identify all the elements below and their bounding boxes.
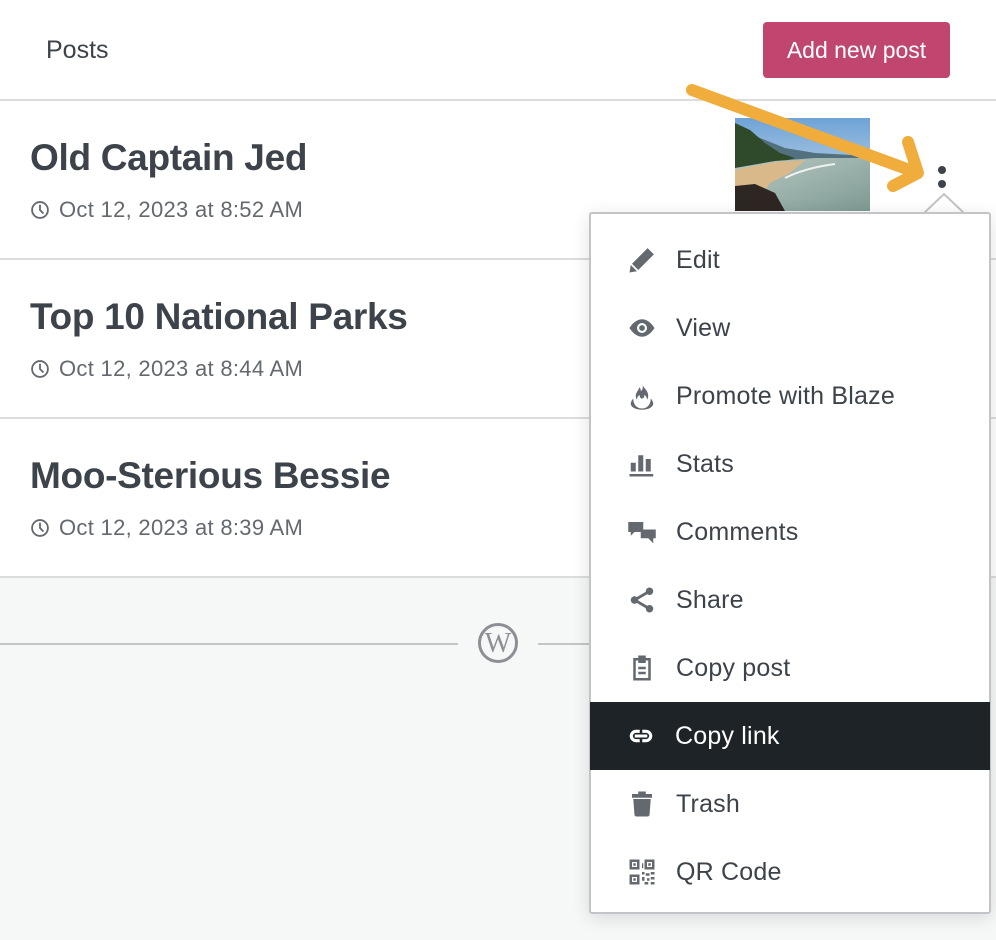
add-new-post-button[interactable]: Add new post [763,22,950,78]
eye-icon [625,311,659,345]
menu-item-share[interactable]: Share [591,566,989,634]
post-date: Oct 12, 2023 at 8:39 AM [30,515,303,541]
page-title: Posts [46,36,109,64]
menu-item-label: QR Code [676,857,782,886]
menu-item-copy-link[interactable]: Copy link [590,702,990,770]
wordpress-logo-icon: W [478,623,518,663]
menu-item-qr-code[interactable]: QR Code [591,838,989,906]
menu-item-comments[interactable]: Comments [591,498,989,566]
kebab-dot [938,180,946,188]
qr-code-icon [625,855,659,889]
menu-item-label: Share [676,585,744,614]
post-title[interactable]: Old Captain Jed [30,137,307,179]
pencil-icon [625,243,659,277]
beach-image [735,118,870,211]
clipboard-icon [625,651,659,685]
menu-item-edit[interactable]: Edit [591,226,989,294]
menu-item-stats[interactable]: Stats [591,430,989,498]
post-date: Oct 12, 2023 at 8:44 AM [30,356,303,382]
kebab-dot [938,166,946,174]
post-actions-menu: Edit View Promote with Blaze Stats Comme… [589,212,991,914]
menu-item-label: Trash [676,789,740,818]
post-date: Oct 12, 2023 at 8:52 AM [30,197,303,223]
menu-item-label: Stats [676,449,734,478]
post-date-text: Oct 12, 2023 at 8:44 AM [59,356,304,381]
svg-text:W: W [485,628,512,659]
post-thumbnail[interactable] [735,118,870,211]
post-title[interactable]: Top 10 National Parks [30,296,408,338]
clock-icon [31,519,49,537]
menu-item-label: Copy post [676,653,791,682]
post-actions-menu-button[interactable] [930,166,954,196]
page-header: Posts Add new post [0,0,996,101]
menu-item-label: Promote with Blaze [676,381,895,410]
menu-item-copy-post[interactable]: Copy post [591,634,989,702]
menu-item-view[interactable]: View [591,294,989,362]
trash-icon [625,787,659,821]
clock-icon [31,360,49,378]
menu-item-label: Edit [676,245,720,274]
menu-item-label: Comments [676,517,799,546]
post-date-text: Oct 12, 2023 at 8:39 AM [59,515,304,540]
link-icon [624,719,658,753]
menu-item-promote[interactable]: Promote with Blaze [591,362,989,430]
bar-chart-icon [625,447,659,481]
post-date-text: Oct 12, 2023 at 8:52 AM [59,197,304,222]
comments-icon [625,515,659,549]
footer-divider [0,643,458,645]
post-title[interactable]: Moo-Sterious Bessie [30,455,391,497]
clock-icon [31,201,49,219]
menu-item-trash[interactable]: Trash [591,770,989,838]
menu-item-label: View [676,313,731,342]
share-icon [625,583,659,617]
flame-icon [625,379,659,413]
menu-item-label: Copy link [675,721,780,750]
